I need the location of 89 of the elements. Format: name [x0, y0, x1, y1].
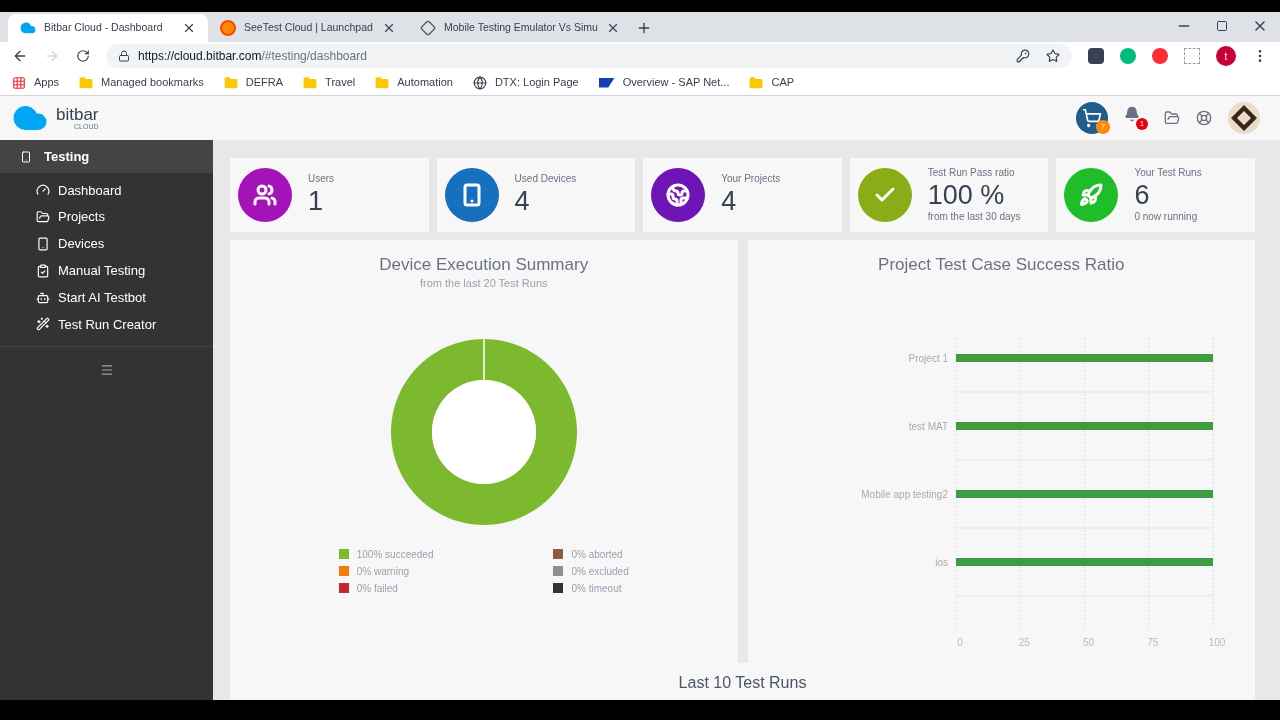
legend-label: 0% warning	[356, 564, 409, 579]
sidebar-item[interactable]: Test Run Creator	[0, 311, 213, 338]
category-label: ios	[935, 556, 949, 568]
folder-icon	[375, 75, 390, 90]
browser-tab[interactable]: Bitbar Cloud - Dashboard	[8, 14, 208, 42]
gauge-icon	[36, 183, 50, 198]
sidebar-item[interactable]: Start AI Testbot	[0, 284, 213, 311]
sidebar-item[interactable]: Projects	[0, 203, 213, 231]
url-text: https://cloud.bitbar.com/#testing/dashboard	[138, 48, 368, 65]
bookmark[interactable]: Travel	[303, 74, 356, 91]
axis-tick-label: 25	[1018, 636, 1031, 648]
bookmark[interactable]: Overview - SAP Net...	[598, 74, 730, 91]
stat-value: 1	[308, 187, 325, 215]
chart-subtitle: from the last 20 Test Runs	[419, 277, 548, 289]
bell-icon[interactable]	[1124, 106, 1140, 122]
sidebar-section-header[interactable]: Testing	[0, 140, 213, 173]
lock-icon	[118, 50, 130, 62]
star-icon[interactable]	[1046, 49, 1060, 63]
folder-icon	[223, 75, 238, 90]
apps-icon	[12, 75, 26, 90]
diamond-icon	[420, 20, 436, 36]
sidebar-item[interactable]: Devices	[0, 230, 213, 258]
stat-note: from the last 30 days	[927, 210, 1021, 223]
close-icon[interactable]	[382, 21, 396, 35]
wand-icon	[36, 317, 50, 332]
globe-icon	[472, 75, 487, 90]
section-title: Last 10 Test Runs	[678, 675, 807, 693]
category-label: Project 1	[908, 352, 949, 364]
key-icon[interactable]	[1016, 49, 1030, 63]
stat-value: 100 %	[927, 181, 1006, 209]
robot-icon	[36, 290, 50, 305]
stat-label: Your Test Runs	[1134, 167, 1202, 180]
stat-value: 4	[721, 187, 738, 215]
extension-icon[interactable]	[1088, 48, 1104, 64]
stat-note: 0 now running	[1134, 210, 1199, 223]
rocket-icon	[1079, 183, 1104, 207]
axis-tick-label: 75	[1147, 636, 1159, 648]
close-icon[interactable]	[182, 21, 196, 35]
cart-icon	[1082, 108, 1102, 128]
category-label: test MAT	[909, 420, 949, 432]
logo-text: bitbar	[56, 106, 99, 123]
stat-value: 4	[514, 187, 531, 215]
folder-icon	[36, 210, 50, 225]
chart-title: Project Test Case Success Ratio	[878, 254, 1125, 276]
extension-icon[interactable]	[1184, 48, 1200, 64]
phone-icon	[36, 237, 50, 251]
chart-title: Device Execution Summary	[379, 254, 589, 276]
stat-label: Your Projects	[721, 173, 781, 186]
legend-label: 0% timeout	[571, 581, 622, 596]
legend-label: 0% excluded	[571, 564, 629, 579]
phone-icon	[20, 150, 32, 163]
profile-avatar[interactable]: t	[1216, 46, 1236, 66]
extension-icon[interactable]	[1152, 48, 1168, 64]
reload-icon[interactable]	[76, 49, 90, 63]
browser-tab[interactable]: SeeTest Cloud | Launchpad	[208, 14, 408, 42]
stat-label: Test Run Pass ratio	[927, 167, 1016, 180]
bookmark[interactable]: Apps	[12, 74, 60, 91]
sidebar-item[interactable]: Manual Testing	[0, 257, 213, 285]
globe-icon	[666, 183, 691, 207]
legend-label: 100% succeeded	[356, 547, 434, 562]
bookmark[interactable]: Managed bookmarks	[79, 74, 204, 91]
browser-tab[interactable]: Mobile Testing Emulator Vs Simu	[408, 14, 632, 42]
users-icon	[253, 183, 277, 207]
folder-icon	[79, 75, 94, 90]
cloud-icon	[20, 20, 36, 36]
stat-value: 6	[1134, 181, 1151, 209]
user-avatar[interactable]	[1228, 102, 1260, 134]
bookmark[interactable]: Automation	[375, 74, 453, 91]
bookmark[interactable]: DTX: Login Page	[472, 74, 579, 91]
c-logo-icon	[220, 20, 236, 36]
back-icon[interactable]	[12, 48, 28, 64]
bookmark[interactable]: DEFRA	[223, 74, 284, 91]
cart-count-badge: 7	[1096, 120, 1110, 134]
stat-label: Used Devices	[514, 173, 577, 186]
sap-logo-icon	[598, 77, 615, 88]
axis-tick-label: 100	[1208, 636, 1226, 648]
folder-icon	[749, 75, 764, 90]
legend-label: 0% failed	[356, 581, 398, 596]
folder-icon	[303, 75, 318, 90]
folder-icon[interactable]	[1164, 110, 1180, 126]
category-label: Mobile app testing2	[861, 488, 949, 500]
sidebar-item[interactable]: Dashboard	[0, 177, 213, 204]
help-icon[interactable]	[1196, 110, 1212, 126]
bookmark[interactable]: CAP	[749, 74, 795, 91]
stat-label: Users	[308, 173, 335, 186]
clipboard-icon	[36, 263, 50, 278]
legend-label: 0% aborted	[571, 547, 623, 562]
address-bar[interactable]: https://cloud.bitbar.com/#testing/dashboard	[106, 44, 1072, 68]
maximize-icon[interactable]	[1216, 20, 1228, 32]
